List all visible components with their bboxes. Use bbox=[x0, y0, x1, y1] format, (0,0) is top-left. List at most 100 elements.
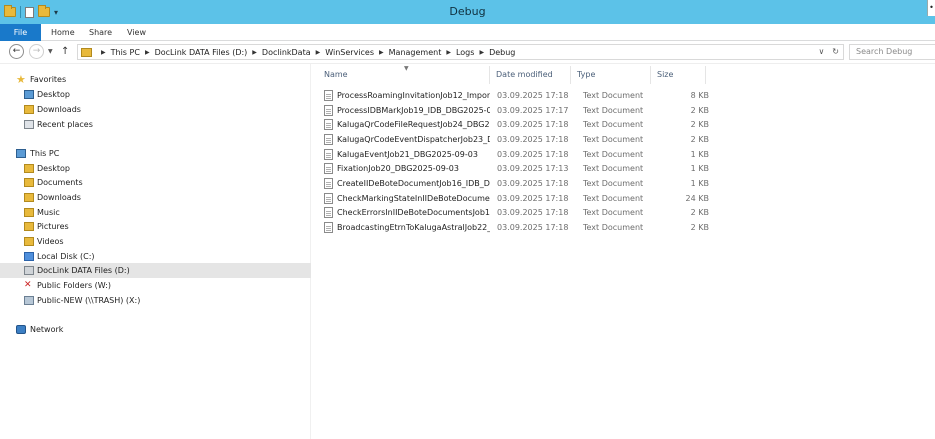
column-header-name[interactable]: Name bbox=[318, 66, 490, 84]
nav-label: Desktop bbox=[37, 90, 70, 99]
breadcrumb-debug[interactable]: Debug bbox=[489, 48, 515, 57]
nav-item-music[interactable]: Music bbox=[0, 205, 311, 220]
folder-icon bbox=[81, 47, 92, 57]
nav-this-pc[interactable]: This PC bbox=[0, 146, 311, 161]
navigation-bar: ← → ▼ ↑ ▶ This PC ▶ DocLink DATA Files (… bbox=[0, 41, 935, 64]
file-row[interactable]: KalugaEventJob21_DBG2025-09-03 03.09.202… bbox=[318, 147, 709, 162]
file-name: CheckErrorsInIIDeBoteDocumentsJob17_I... bbox=[337, 208, 490, 217]
videos-icon bbox=[24, 237, 34, 246]
file-row[interactable]: KalugaQrCodeEventDispatcherJob23_DB... 0… bbox=[318, 132, 709, 147]
forward-button[interactable]: → bbox=[29, 44, 44, 59]
file-row[interactable]: ProcessRoamingInvitationJob12_ImportR...… bbox=[318, 88, 709, 103]
chevron-right-icon[interactable]: ▶ bbox=[446, 49, 451, 56]
desktop-folder-icon bbox=[24, 164, 34, 173]
file-size: 2 KB bbox=[690, 135, 709, 144]
file-date: 03.09.2025 17:18 bbox=[497, 150, 569, 159]
breadcrumb-logs[interactable]: Logs bbox=[456, 48, 474, 57]
nav-item-documents[interactable]: Documents bbox=[0, 175, 311, 190]
chevron-right-icon[interactable]: ▶ bbox=[252, 49, 257, 56]
pictures-icon bbox=[24, 222, 34, 231]
column-header-date-modified[interactable]: Date modified bbox=[490, 66, 571, 84]
nav-label: Network bbox=[30, 325, 64, 334]
nav-label: Public Folders (W:) bbox=[37, 281, 112, 290]
nav-label: Favorites bbox=[30, 75, 67, 84]
file-date: 03.09.2025 17:18 bbox=[497, 135, 569, 144]
text-document-icon bbox=[324, 119, 333, 130]
nav-item-local-disk-c[interactable]: Local Disk (C:) bbox=[0, 249, 311, 264]
downloads-icon bbox=[24, 105, 34, 114]
nav-item-recent-places[interactable]: Recent places bbox=[0, 117, 311, 132]
drive-icon bbox=[24, 266, 34, 275]
nav-item-pictures[interactable]: Pictures bbox=[0, 219, 311, 234]
text-document-icon bbox=[324, 90, 333, 101]
text-document-icon bbox=[324, 207, 333, 218]
recent-locations-dropdown[interactable]: ▼ bbox=[48, 44, 56, 59]
text-document-icon bbox=[324, 222, 333, 233]
chevron-down-icon[interactable]: ∨ bbox=[818, 45, 824, 59]
tab-share[interactable]: Share bbox=[79, 24, 122, 41]
chevron-right-icon[interactable]: ▶ bbox=[479, 49, 484, 56]
file-date: 03.09.2025 17:18 bbox=[497, 91, 569, 100]
file-type: Text Document bbox=[583, 194, 644, 203]
chevron-right-icon[interactable]: ▶ bbox=[101, 49, 106, 56]
column-header-size[interactable]: Size bbox=[651, 66, 706, 84]
nav-item-downloads[interactable]: Downloads bbox=[0, 102, 311, 117]
file-row[interactable]: FixationJob20_DBG2025-09-03 03.09.2025 1… bbox=[318, 161, 709, 176]
breadcrumb-winservices[interactable]: WinServices bbox=[325, 48, 374, 57]
text-document-icon bbox=[324, 178, 333, 189]
file-row[interactable]: BroadcastingEtrnToKalugaAstralJob22_D...… bbox=[318, 220, 709, 235]
file-row[interactable]: KalugaQrCodeFileRequestJob24_DBG202... 0… bbox=[318, 117, 709, 132]
refresh-icon[interactable]: ↻ bbox=[832, 45, 839, 59]
file-type: Text Document bbox=[583, 223, 644, 232]
computer-icon bbox=[16, 149, 26, 158]
title-bar: ▾ Debug • bbox=[0, 0, 935, 24]
file-date: 03.09.2025 17:18 bbox=[497, 223, 569, 232]
file-date: 03.09.2025 17:13 bbox=[497, 164, 569, 173]
file-row[interactable]: CheckErrorsInIIDeBoteDocumentsJob17_I...… bbox=[318, 205, 709, 220]
file-list: ▼ Name Date modified Type Size ProcessRo… bbox=[312, 64, 935, 439]
close-button[interactable]: • bbox=[927, 0, 935, 16]
chevron-right-icon[interactable]: ▶ bbox=[379, 49, 384, 56]
nav-item-public-folders-w[interactable]: ✕ Public Folders (W:) bbox=[0, 278, 311, 293]
up-button[interactable]: ↑ bbox=[61, 44, 71, 59]
nav-item-videos[interactable]: Videos bbox=[0, 234, 311, 249]
nav-label: Local Disk (C:) bbox=[37, 252, 95, 261]
breadcrumb-this-pc[interactable]: This PC bbox=[111, 48, 140, 57]
file-size: 1 KB bbox=[690, 150, 709, 159]
file-date: 03.09.2025 17:18 bbox=[497, 120, 569, 129]
file-type: Text Document bbox=[583, 164, 644, 173]
nav-favorites[interactable]: ★ Favorites bbox=[0, 72, 311, 87]
recent-places-icon bbox=[24, 120, 34, 129]
back-button[interactable]: ← bbox=[9, 44, 24, 59]
nav-label: Downloads bbox=[37, 105, 81, 114]
file-type: Text Document bbox=[583, 179, 644, 188]
file-row[interactable]: CreateIIDeBoteDocumentJob16_IDB_DBG... 0… bbox=[318, 176, 709, 191]
search-input[interactable]: Search Debug bbox=[849, 44, 935, 60]
nav-item-public-new-x[interactable]: Public-NEW (\\TRASH) (X:) bbox=[0, 293, 311, 308]
file-size: 24 KB bbox=[685, 194, 709, 203]
chevron-right-icon[interactable]: ▶ bbox=[316, 49, 321, 56]
column-header-type[interactable]: Type bbox=[571, 66, 651, 84]
file-row[interactable]: CheckMarkingStateInIIDeBoteDocument... 0… bbox=[318, 191, 709, 206]
address-bar[interactable]: ▶ This PC ▶ DocLink DATA Files (D:) ▶ Do… bbox=[77, 44, 844, 60]
breadcrumb-doclinkdata[interactable]: DoclinkData bbox=[262, 48, 311, 57]
nav-item-desktop[interactable]: Desktop bbox=[0, 87, 311, 102]
chevron-right-icon[interactable]: ▶ bbox=[145, 49, 150, 56]
nav-item-downloads[interactable]: Downloads bbox=[0, 190, 311, 205]
network-drive-icon bbox=[24, 296, 34, 305]
file-name: ProcessRoamingInvitationJob12_ImportR... bbox=[337, 91, 490, 100]
address-controls: ∨ ↻ bbox=[818, 45, 839, 59]
file-size: 1 KB bbox=[690, 179, 709, 188]
file-name: CreateIIDeBoteDocumentJob16_IDB_DBG... bbox=[337, 179, 490, 188]
file-size: 2 KB bbox=[690, 106, 709, 115]
nav-network[interactable]: Network bbox=[0, 322, 311, 337]
file-row[interactable]: ProcessIDBMarkJob19_IDB_DBG2025-09-03 03… bbox=[318, 103, 709, 118]
nav-item-doclink-data-d[interactable]: DocLink DATA Files (D:) bbox=[0, 263, 311, 278]
navigation-pane: ★ Favorites Desktop Downloads Recent pla… bbox=[0, 64, 311, 439]
tab-file[interactable]: File bbox=[0, 24, 41, 41]
nav-item-desktop[interactable]: Desktop bbox=[0, 161, 311, 176]
tab-view[interactable]: View bbox=[117, 24, 156, 41]
breadcrumb-drive-d[interactable]: DocLink DATA Files (D:) bbox=[155, 48, 248, 57]
file-size: 8 KB bbox=[690, 91, 709, 100]
breadcrumb-management[interactable]: Management bbox=[389, 48, 442, 57]
